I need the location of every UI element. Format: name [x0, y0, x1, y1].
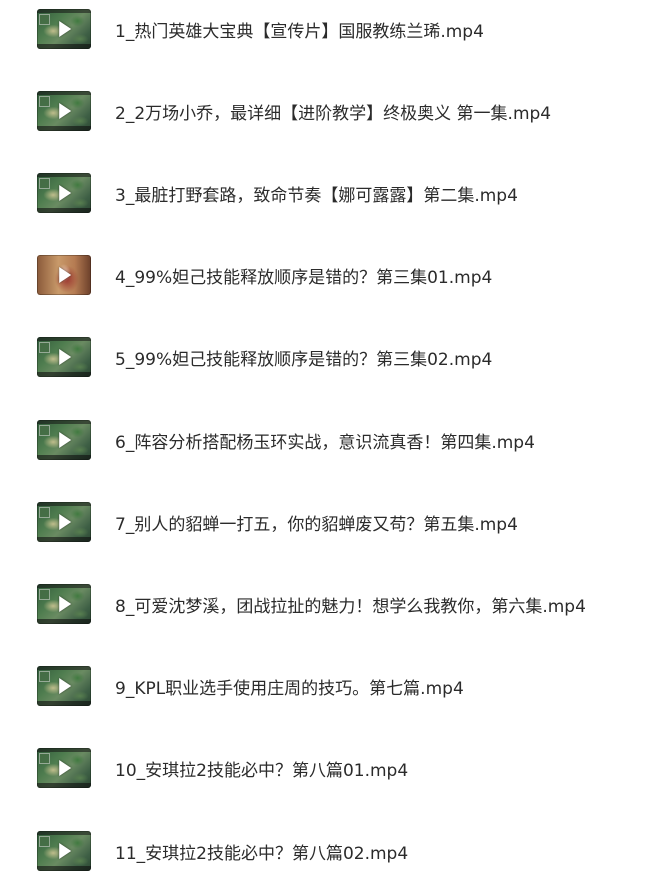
- play-icon: [59, 678, 72, 694]
- video-thumbnail[interactable]: [37, 420, 91, 460]
- file-name[interactable]: 6_阵容分析搭配杨玉环实战，意识流真香！第四集.mp4: [115, 428, 535, 453]
- file-name[interactable]: 1_热门英雄大宝典【宣传片】国服教练兰琋.mp4: [115, 17, 484, 42]
- file-name[interactable]: 7_别人的貂蝉一打五，你的貂蝉废又苟？第五集.mp4: [115, 510, 518, 535]
- play-icon: [59, 103, 72, 119]
- play-icon: [59, 349, 72, 365]
- play-icon: [59, 21, 72, 37]
- file-item[interactable]: 3_最脏打野套路，致命节奏【娜可露露】第二集.mp4: [37, 171, 657, 215]
- play-icon: [59, 760, 72, 776]
- video-thumbnail[interactable]: [37, 666, 91, 706]
- file-item[interactable]: 8_可爱沈梦溪，团战拉扯的魅力！想学么我教你，第六集.mp4: [37, 582, 657, 626]
- video-file-list: 1_热门英雄大宝典【宣传片】国服教练兰琋.mp4 2_2万场小乔，最详细【进阶教…: [0, 0, 669, 871]
- video-thumbnail[interactable]: [37, 831, 91, 871]
- file-item[interactable]: 9_KPL职业选手使用庄周的技巧。第七篇.mp4: [37, 664, 657, 708]
- file-name[interactable]: 9_KPL职业选手使用庄周的技巧。第七篇.mp4: [115, 674, 464, 699]
- file-item[interactable]: 5_99%妲己技能释放顺序是错的？第三集02.mp4: [37, 335, 657, 379]
- play-icon: [59, 843, 72, 859]
- play-icon: [59, 185, 72, 201]
- video-thumbnail[interactable]: [37, 173, 91, 213]
- video-thumbnail[interactable]: [37, 337, 91, 377]
- file-name[interactable]: 3_最脏打野套路，致命节奏【娜可露露】第二集.mp4: [115, 181, 518, 206]
- file-item[interactable]: 1_热门英雄大宝典【宣传片】国服教练兰琋.mp4: [37, 7, 657, 51]
- play-icon: [59, 514, 72, 530]
- file-name[interactable]: 10_安琪拉2技能必中？第八篇01.mp4: [115, 756, 408, 781]
- file-item[interactable]: 7_别人的貂蝉一打五，你的貂蝉废又苟？第五集.mp4: [37, 500, 657, 544]
- file-item[interactable]: 6_阵容分析搭配杨玉环实战，意识流真香！第四集.mp4: [37, 418, 657, 462]
- file-name[interactable]: 5_99%妲己技能释放顺序是错的？第三集02.mp4: [115, 345, 492, 370]
- video-thumbnail[interactable]: [37, 748, 91, 788]
- play-icon: [59, 267, 72, 283]
- file-name[interactable]: 4_99%妲己技能释放顺序是错的？第三集01.mp4: [115, 263, 492, 288]
- file-item[interactable]: 2_2万场小乔，最详细【进阶教学】终极奥义 第一集.mp4: [37, 89, 657, 133]
- file-item[interactable]: 10_安琪拉2技能必中？第八篇01.mp4: [37, 746, 657, 790]
- play-icon: [59, 432, 72, 448]
- file-name[interactable]: 8_可爱沈梦溪，团战拉扯的魅力！想学么我教你，第六集.mp4: [115, 592, 586, 617]
- file-item[interactable]: 11_安琪拉2技能必中？第八篇02.mp4: [37, 829, 657, 873]
- video-thumbnail[interactable]: [37, 502, 91, 542]
- file-name[interactable]: 2_2万场小乔，最详细【进阶教学】终极奥义 第一集.mp4: [115, 99, 551, 124]
- play-icon: [59, 596, 72, 612]
- video-thumbnail[interactable]: [37, 91, 91, 131]
- video-thumbnail[interactable]: [37, 255, 91, 295]
- file-item[interactable]: 4_99%妲己技能释放顺序是错的？第三集01.mp4: [37, 253, 657, 297]
- video-thumbnail[interactable]: [37, 9, 91, 49]
- video-thumbnail[interactable]: [37, 584, 91, 624]
- file-name[interactable]: 11_安琪拉2技能必中？第八篇02.mp4: [115, 839, 408, 864]
